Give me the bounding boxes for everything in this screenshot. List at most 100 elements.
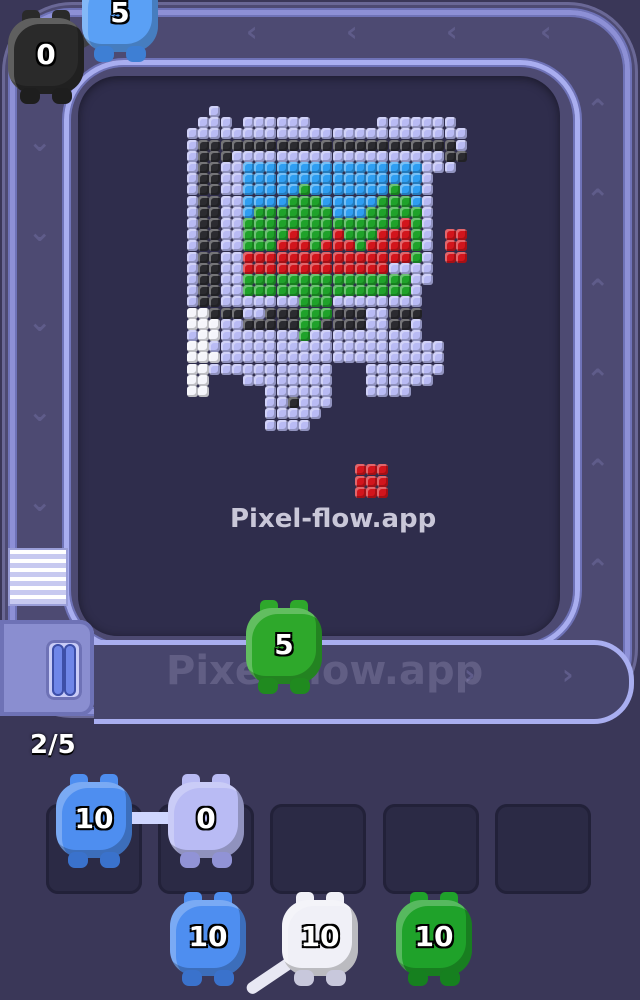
pixel-block — [433, 128, 445, 140]
pixel-block — [243, 218, 254, 229]
pixel-block — [209, 240, 221, 252]
pixel-block — [287, 184, 299, 196]
pixel-block — [321, 195, 333, 207]
pixel-block — [209, 296, 221, 308]
pixel-block — [243, 162, 254, 173]
pixel-block — [366, 251, 378, 263]
pixel-block — [187, 206, 198, 218]
queue-slot[interactable] — [495, 804, 591, 894]
pixel-block — [355, 173, 366, 185]
pixel-block — [231, 184, 243, 196]
pixel-block — [287, 408, 299, 420]
pixel-block — [265, 206, 277, 218]
pixel-block — [355, 251, 366, 263]
reserve-blue-pig[interactable]: 10 — [170, 892, 246, 988]
pixel-block — [299, 117, 310, 129]
pixel-block — [287, 274, 299, 285]
pixel-block — [209, 139, 221, 151]
pixel-block — [243, 128, 254, 140]
pixel-block — [276, 374, 288, 386]
pixel-block — [399, 307, 411, 319]
pixel-block — [310, 173, 322, 185]
pixel-block — [321, 206, 333, 218]
pixel-block — [299, 251, 310, 263]
pixel-block — [355, 318, 366, 330]
pixel-block — [377, 206, 389, 218]
pixel-block — [366, 195, 378, 207]
pixel-block — [231, 274, 243, 285]
pixel-block — [276, 274, 288, 285]
pixel-block — [265, 117, 277, 129]
black-pig[interactable]: 0 — [8, 10, 84, 106]
pixel-block — [287, 296, 299, 308]
pixel-block — [343, 307, 355, 319]
pixel-block — [355, 240, 366, 252]
pixel-block — [276, 162, 288, 173]
pixel-block — [265, 341, 277, 353]
pixel-block — [321, 128, 333, 140]
pixel-block — [377, 229, 389, 241]
pixel-block — [377, 374, 389, 386]
pixel-block — [332, 162, 344, 173]
pixel-block — [343, 352, 355, 364]
pixel-block — [187, 341, 198, 353]
watermark-text-faded: Pixel-flow.app — [166, 648, 484, 694]
queue-slot[interactable] — [383, 804, 479, 894]
pixel-block — [377, 218, 389, 229]
pixel-block — [377, 296, 389, 308]
reserve-green-pig[interactable]: 10 — [396, 892, 472, 988]
pixel-block — [254, 150, 266, 162]
pixel-block — [355, 218, 366, 229]
pixel-block — [422, 162, 434, 173]
pixel-block — [343, 296, 355, 308]
pixel-block — [366, 262, 378, 274]
pixel-block — [366, 307, 378, 319]
blue-pig-top[interactable]: 5 — [82, 0, 158, 64]
pixel-block — [198, 184, 210, 196]
green-pig[interactable]: 5 — [246, 600, 322, 696]
reserve-white-pig[interactable]: 10 — [282, 892, 358, 988]
pixel-block — [220, 218, 232, 229]
queue-slot[interactable] — [270, 804, 366, 894]
pixel-block — [265, 218, 277, 229]
pixel-block — [198, 128, 210, 140]
pixel-block — [377, 486, 389, 498]
pixel-block — [276, 318, 288, 330]
pixel-block — [243, 318, 254, 330]
pixel-block — [355, 128, 366, 140]
pixel-block — [187, 150, 198, 162]
pixel-block — [343, 195, 355, 207]
chevron-down-icon: ⌄ — [28, 485, 52, 518]
pixel-block — [366, 330, 378, 341]
pixel-block — [433, 139, 445, 151]
pixel-block — [299, 386, 310, 397]
pixel-block — [399, 274, 411, 285]
pixel-block — [321, 262, 333, 274]
pixel-block — [310, 218, 322, 229]
queue-lavender-pig[interactable]: 0 — [168, 774, 244, 870]
queue-blue-pig[interactable]: 10 — [56, 774, 132, 870]
pixel-block — [231, 285, 243, 297]
pixel-block — [355, 195, 366, 207]
chevron-up-icon: ⌃ — [586, 273, 610, 306]
pixel-block — [299, 139, 310, 151]
pixel-block — [299, 184, 310, 196]
pixel-block — [276, 139, 288, 151]
pixel-block — [276, 386, 288, 397]
pixel-block — [254, 162, 266, 173]
pixel-block — [243, 117, 254, 129]
pixel-block — [187, 229, 198, 241]
pixel-block — [299, 195, 310, 207]
pixel-block — [377, 307, 389, 319]
pixel-block — [287, 117, 299, 129]
pixel-block — [321, 318, 333, 330]
pixel-block — [299, 408, 310, 420]
pixel-block — [187, 307, 198, 319]
pixel-block — [321, 229, 333, 241]
pixel-block — [343, 274, 355, 285]
pixel-block — [187, 195, 198, 207]
pixel-block — [299, 374, 310, 386]
pixel-block — [399, 352, 411, 364]
pixel-block — [220, 240, 232, 252]
pixel-art-grid — [187, 106, 467, 498]
